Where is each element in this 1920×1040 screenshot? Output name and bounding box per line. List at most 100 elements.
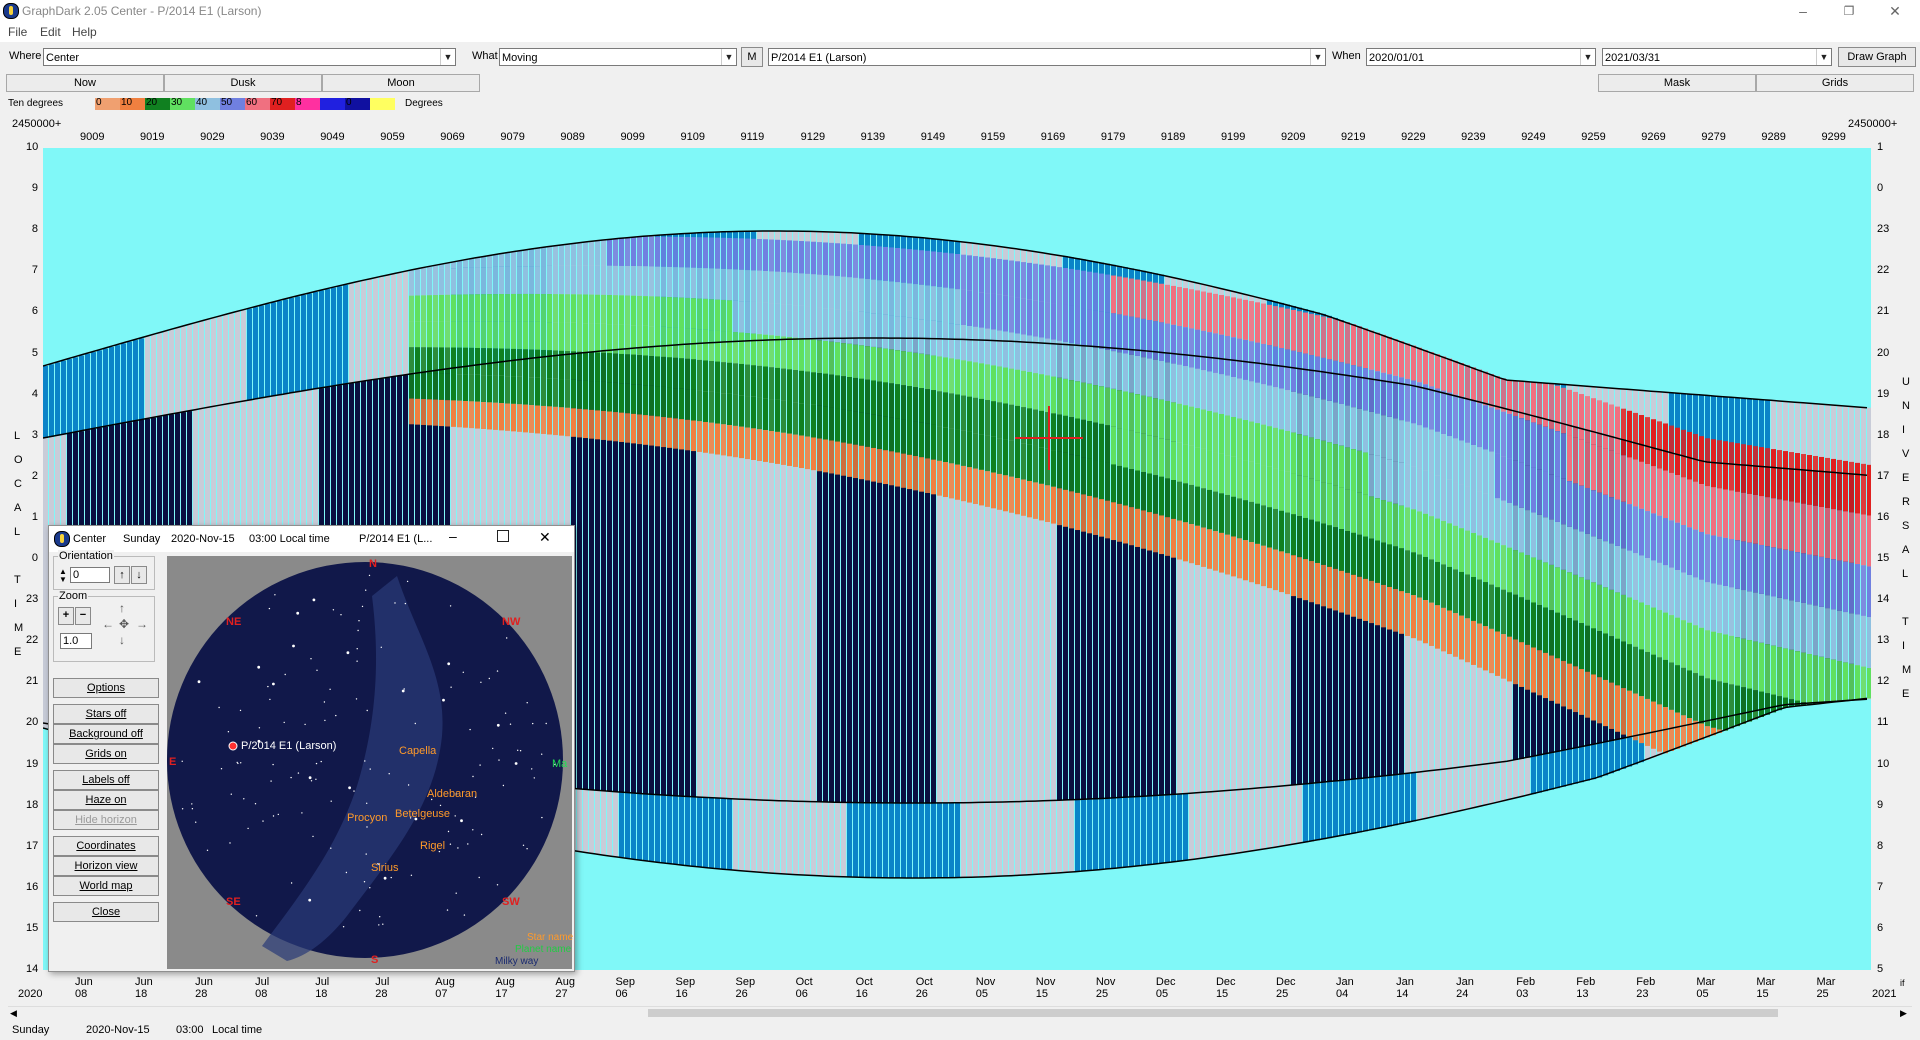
horizontal-scrollbar[interactable]: ◀ ▶ xyxy=(8,1006,1912,1019)
object-altitude-band xyxy=(1459,615,1464,660)
mask-button[interactable]: Mask xyxy=(1598,74,1756,92)
object-altitude-band xyxy=(793,402,798,435)
object-altitude-band xyxy=(1177,442,1182,482)
object-altitude-band xyxy=(613,353,618,383)
menu-help[interactable]: Help xyxy=(72,25,97,39)
object-altitude-band xyxy=(811,241,816,275)
maximize-button[interactable]: ❐ xyxy=(1826,0,1872,22)
object-altitude-band xyxy=(529,249,534,267)
sky-button-background-off[interactable]: Background off xyxy=(53,724,159,744)
zoom-out-icon[interactable]: − xyxy=(75,607,91,625)
object-altitude-band xyxy=(1123,353,1128,392)
what-combo[interactable]: Moving ▼ xyxy=(499,48,737,66)
arrow-up-icon[interactable]: ↑ xyxy=(114,566,130,584)
close-button[interactable]: ✕ xyxy=(1872,0,1918,22)
object-altitude-band xyxy=(913,455,918,491)
jd-tick-label: 9249 xyxy=(1521,131,1546,143)
sky-button-world-map[interactable]: World map xyxy=(53,876,159,896)
sky-minimize-button[interactable]: – xyxy=(449,528,457,544)
moon-button[interactable]: Moon xyxy=(322,74,480,92)
menu-edit[interactable]: Edit xyxy=(40,25,61,39)
sky-title-time: 03:00 Local time xyxy=(249,533,330,545)
object-altitude-band xyxy=(1621,455,1626,502)
sky-button-coordinates[interactable]: Coordinates xyxy=(53,836,159,856)
scroll-right-icon[interactable]: ▶ xyxy=(1900,1008,1907,1019)
object-altitude-band xyxy=(715,392,720,424)
object-altitude-band xyxy=(1831,659,1836,703)
object-altitude-band xyxy=(637,384,642,415)
draw-graph-button[interactable]: Draw Graph xyxy=(1838,47,1916,67)
chevron-down-icon[interactable]: ▼ xyxy=(440,49,455,65)
object-altitude-band xyxy=(853,344,858,378)
local-time-tick-label: 22 xyxy=(26,634,39,647)
chevron-down-icon[interactable]: ▼ xyxy=(1580,49,1595,65)
twilight-band xyxy=(1135,796,1140,867)
object-altitude-band xyxy=(1459,440,1464,485)
object-altitude-band xyxy=(1573,391,1578,438)
where-combo[interactable]: Center ▼ xyxy=(43,48,456,66)
pan-arrows-icon[interactable]: ↑ ← ✥ → ↓ xyxy=(100,601,150,653)
grids-button[interactable]: Grids xyxy=(1756,74,1914,92)
sky-button-haze-on[interactable]: Haze on xyxy=(53,790,159,810)
object-altitude-band xyxy=(1501,456,1506,501)
object-altitude-band xyxy=(1201,330,1206,371)
object-altitude-band xyxy=(685,419,690,451)
object-altitude-band xyxy=(883,246,888,281)
object-altitude-band xyxy=(643,325,648,356)
object-altitude-band xyxy=(877,381,882,416)
legend-swatch: 50 xyxy=(220,97,245,110)
object-altitude-band xyxy=(973,362,978,398)
object-altitude-band xyxy=(631,413,636,444)
object-altitude-band xyxy=(1243,379,1248,421)
menu-file[interactable]: File xyxy=(8,25,27,39)
twilight-band xyxy=(661,794,666,863)
object-altitude-band xyxy=(853,311,858,345)
twilight-band xyxy=(253,307,258,400)
sky-view-window[interactable]: Center Sunday 2020-Nov-15 03:00 Local ti… xyxy=(48,525,575,972)
object-altitude-band xyxy=(415,269,420,296)
now-button[interactable]: Now xyxy=(6,74,164,92)
comet-marker-icon[interactable] xyxy=(228,741,238,751)
sky-button-horizon-view[interactable]: Horizon view xyxy=(53,856,159,876)
chevron-down-icon[interactable]: ▼ xyxy=(1816,49,1831,65)
dusk-button[interactable]: Dusk xyxy=(164,74,322,92)
orientation-spinner[interactable]: ▲ ▼ xyxy=(57,568,69,584)
sky-button-labels-off[interactable]: Labels off xyxy=(53,770,159,790)
sky-button-options[interactable]: Options xyxy=(53,678,159,698)
zoom-in-icon[interactable]: + xyxy=(58,607,74,625)
end-date-combo[interactable]: 2021/03/31 ▼ xyxy=(1602,48,1832,66)
object-altitude-band xyxy=(1447,479,1452,524)
object-altitude-band xyxy=(1807,604,1812,655)
sky-close-button[interactable]: ✕ xyxy=(539,529,551,546)
sky-button-stars-off[interactable]: Stars off xyxy=(53,704,159,724)
sky-button-grids-on[interactable]: Grids on xyxy=(53,744,159,764)
star-dot xyxy=(227,731,230,733)
object-altitude-band xyxy=(1393,461,1398,504)
object-altitude-band xyxy=(1081,270,1086,309)
start-date-combo[interactable]: 2020/01/01 ▼ xyxy=(1366,48,1596,66)
orientation-input[interactable]: 0 xyxy=(70,567,110,583)
arrow-down-icon[interactable]: ↓ xyxy=(131,566,147,584)
object-altitude-band xyxy=(457,294,462,322)
zoom-input[interactable]: 1.0 xyxy=(60,633,92,649)
object-combo[interactable]: P/2014 E1 (Larson) ▼ xyxy=(768,48,1326,66)
object-altitude-band xyxy=(1069,268,1074,306)
sky-button-close[interactable]: Close xyxy=(53,902,159,922)
local-time-tick-label: 5 xyxy=(31,346,38,359)
object-altitude-band xyxy=(1141,510,1146,549)
sky-view-titlebar[interactable]: Center Sunday 2020-Nov-15 03:00 Local ti… xyxy=(49,526,574,552)
object-altitude-band xyxy=(1357,326,1362,367)
app-icon xyxy=(3,3,19,19)
chevron-down-icon[interactable]: ▼ xyxy=(721,49,736,65)
scroll-left-icon[interactable]: ◀ xyxy=(10,1008,17,1019)
object-altitude-band xyxy=(1225,375,1230,416)
object-altitude-band xyxy=(973,256,978,292)
minimize-button[interactable]: – xyxy=(1780,0,1826,22)
scrollbar-thumb[interactable] xyxy=(648,1009,1778,1017)
object-altitude-band xyxy=(469,267,474,295)
object-altitude-band xyxy=(1225,494,1230,535)
sky-maximize-button[interactable] xyxy=(497,530,509,542)
m-button[interactable]: M xyxy=(741,47,763,67)
chevron-down-icon[interactable]: ▼ xyxy=(1310,49,1325,65)
object-altitude-band xyxy=(673,388,678,419)
